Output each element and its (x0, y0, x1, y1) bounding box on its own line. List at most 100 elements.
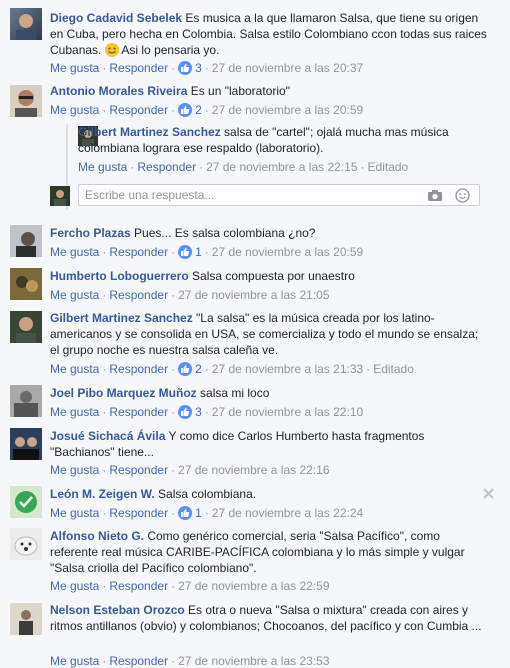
reply-input-box[interactable] (78, 184, 480, 206)
like-link[interactable]: Me gusta (50, 405, 99, 419)
timestamp[interactable]: 27 de noviembre a las 21:33 (212, 362, 363, 376)
comment-actions: Me gusta · Responder · 27 de noviembre a las… (50, 288, 330, 302)
avatar[interactable] (10, 428, 42, 460)
like-icon[interactable] (178, 506, 193, 520)
reply-link[interactable]: Responder (109, 103, 168, 117)
avatar[interactable] (10, 85, 42, 117)
comment-actions: Me gusta · Responder · 3 · 27 de noviembre a l… (50, 61, 364, 75)
reply-link[interactable]: Responder (109, 362, 168, 376)
comment-body: León M. Zeigen W. Salsa colombiana. (50, 486, 490, 502)
like-link[interactable]: Me gusta (50, 463, 99, 477)
reply-link[interactable]: Responder (109, 463, 168, 477)
reply-actions: Me gusta · Responder · 27 de noviembre a las… (78, 160, 409, 174)
comment-body: Nelson Esteban Orozco Es otra o nueva "S… (50, 602, 490, 634)
comment-actions: Me gusta · Responder · 3 · 27 de noviembre a l… (50, 405, 364, 419)
timestamp[interactable]: 27 de noviembre a las 21:05 (178, 288, 329, 302)
comment-actions: Me gusta · Responder · 27 de noviembre a las… (50, 654, 330, 668)
commenter-name[interactable]: Antonio Morales Riveira (50, 84, 187, 98)
commenter-name[interactable]: Gilbert Martinez Sanchez (50, 311, 193, 325)
comment-body: Gilbert Martinez Sanchez "La salsa" es l… (50, 310, 490, 358)
avatar[interactable] (10, 311, 42, 343)
comment-actions: Me gusta · Responder · 27 de noviembre a las… (50, 463, 330, 477)
like-link[interactable]: Me gusta (50, 288, 99, 302)
comment-body: Humberto Loboguerrero Salsa compuesta po… (50, 268, 490, 284)
reply-link[interactable]: Responder (109, 405, 168, 419)
like-link[interactable]: Me gusta (50, 654, 99, 668)
like-count[interactable]: 2 (195, 103, 202, 117)
comment-actions: Me gusta · Responder · 27 de noviembre a las… (50, 579, 330, 593)
avatar[interactable] (10, 528, 42, 560)
like-count[interactable]: 1 (195, 245, 202, 259)
close-icon[interactable] (483, 486, 494, 502)
like-icon[interactable] (178, 245, 193, 259)
timestamp[interactable]: 27 de noviembre a las 22:16 (178, 463, 329, 477)
reply-link[interactable]: Responder (137, 160, 196, 174)
reply-link[interactable]: Responder (109, 61, 168, 75)
like-link[interactable]: Me gusta (50, 61, 99, 75)
like-icon[interactable] (178, 405, 193, 419)
like-link[interactable]: Me gusta (50, 579, 99, 593)
like-count[interactable]: 2 (195, 362, 202, 376)
commenter-name[interactable]: Alfonso Nieto G. (50, 529, 144, 543)
commenter-name[interactable]: Josué Sichacá Ávila (50, 429, 165, 443)
avatar[interactable] (10, 486, 42, 518)
timestamp[interactable]: 27 de noviembre a las 22:15 (206, 160, 357, 174)
avatar[interactable] (10, 8, 42, 40)
emoji-icon[interactable] (455, 188, 470, 206)
comment-body: Diego Cadavid Sebelek Es musica a la que… (50, 10, 490, 58)
like-count[interactable]: 3 (195, 405, 202, 419)
like-link[interactable]: Me gusta (50, 103, 99, 117)
commenter-name[interactable]: Diego Cadavid Sebelek (50, 11, 182, 25)
reply-link[interactable]: Responder (109, 654, 168, 668)
comment-text: Salsa colombiana. (158, 487, 257, 501)
edited-label[interactable]: Editado (368, 160, 409, 174)
comments-panel: Diego Cadavid Sebelek Es musica a la que… (0, 0, 510, 668)
like-icon[interactable] (178, 362, 193, 376)
like-icon[interactable] (178, 103, 193, 117)
comment-text-cont: Asi lo pensaria yo. (118, 43, 220, 57)
timestamp[interactable]: 27 de noviembre a las 20:37 (212, 61, 363, 75)
reply-link[interactable]: Responder (109, 579, 168, 593)
timestamp[interactable]: 27 de noviembre a las 20:59 (212, 103, 363, 117)
timestamp[interactable]: 27 de noviembre a las 20:59 (212, 245, 363, 259)
like-count[interactable]: 3 (195, 61, 202, 75)
like-link[interactable]: Me gusta (78, 160, 127, 174)
smile-emoji-icon (104, 43, 119, 57)
comment-body: Fercho Plazas Pues... Es salsa colombian… (50, 225, 490, 241)
comment-text: Pues... Es salsa colombiana ¿no? (134, 226, 316, 240)
avatar[interactable] (10, 268, 42, 300)
like-link[interactable]: Me gusta (50, 245, 99, 259)
commenter-name[interactable]: Humberto Loboguerrero (50, 269, 189, 283)
comment-actions: Me gusta · Responder · 2 · 27 de noviembre a l… (50, 362, 414, 376)
reply-input[interactable] (85, 185, 415, 205)
timestamp[interactable]: 27 de noviembre a las 22:59 (178, 579, 329, 593)
like-count[interactable]: 1 (195, 506, 202, 520)
comment-actions: Me gusta · Responder · 2 · 27 de noviembre a l… (50, 103, 364, 117)
avatar[interactable] (10, 603, 42, 635)
comment-actions: Me gusta · Responder · 1 · 27 de noviembre a l… (50, 245, 364, 259)
timestamp[interactable]: 27 de noviembre a las 23:53 (178, 654, 329, 668)
current-user-avatar (50, 186, 70, 206)
commenter-name[interactable]: Joel Pibo Marquez Muñoz (50, 386, 197, 400)
commenter-name[interactable]: Fercho Plazas (50, 226, 131, 240)
like-link[interactable]: Me gusta (50, 362, 99, 376)
comment-text: Salsa compuesta por unaestro (192, 269, 355, 283)
like-icon[interactable] (178, 61, 193, 75)
timestamp[interactable]: 27 de noviembre a las 22:10 (212, 405, 363, 419)
commenter-name[interactable]: Nelson Esteban Orozco (50, 603, 185, 617)
reply-link[interactable]: Responder (109, 506, 168, 520)
reply-link[interactable]: Responder (109, 245, 168, 259)
camera-icon[interactable] (427, 189, 443, 205)
comment-body: Joel Pibo Marquez Muñoz salsa mi loco (50, 385, 490, 401)
edited-label[interactable]: Editado (373, 362, 414, 376)
comment-text: salsa mi loco (200, 386, 270, 400)
timestamp[interactable]: 27 de noviembre a las 22:24 (212, 506, 363, 520)
comment-text: Es un "laboratorio" (190, 84, 290, 98)
commenter-name[interactable]: Gilbert Martinez Sanchez (78, 125, 221, 139)
avatar[interactable] (10, 225, 42, 257)
commenter-name[interactable]: León M. Zeigen W. (50, 487, 155, 501)
reply-body: Gilbert Martinez Sanchez salsa de "carte… (78, 124, 490, 156)
avatar[interactable] (10, 385, 42, 417)
reply-link[interactable]: Responder (109, 288, 168, 302)
like-link[interactable]: Me gusta (50, 506, 99, 520)
